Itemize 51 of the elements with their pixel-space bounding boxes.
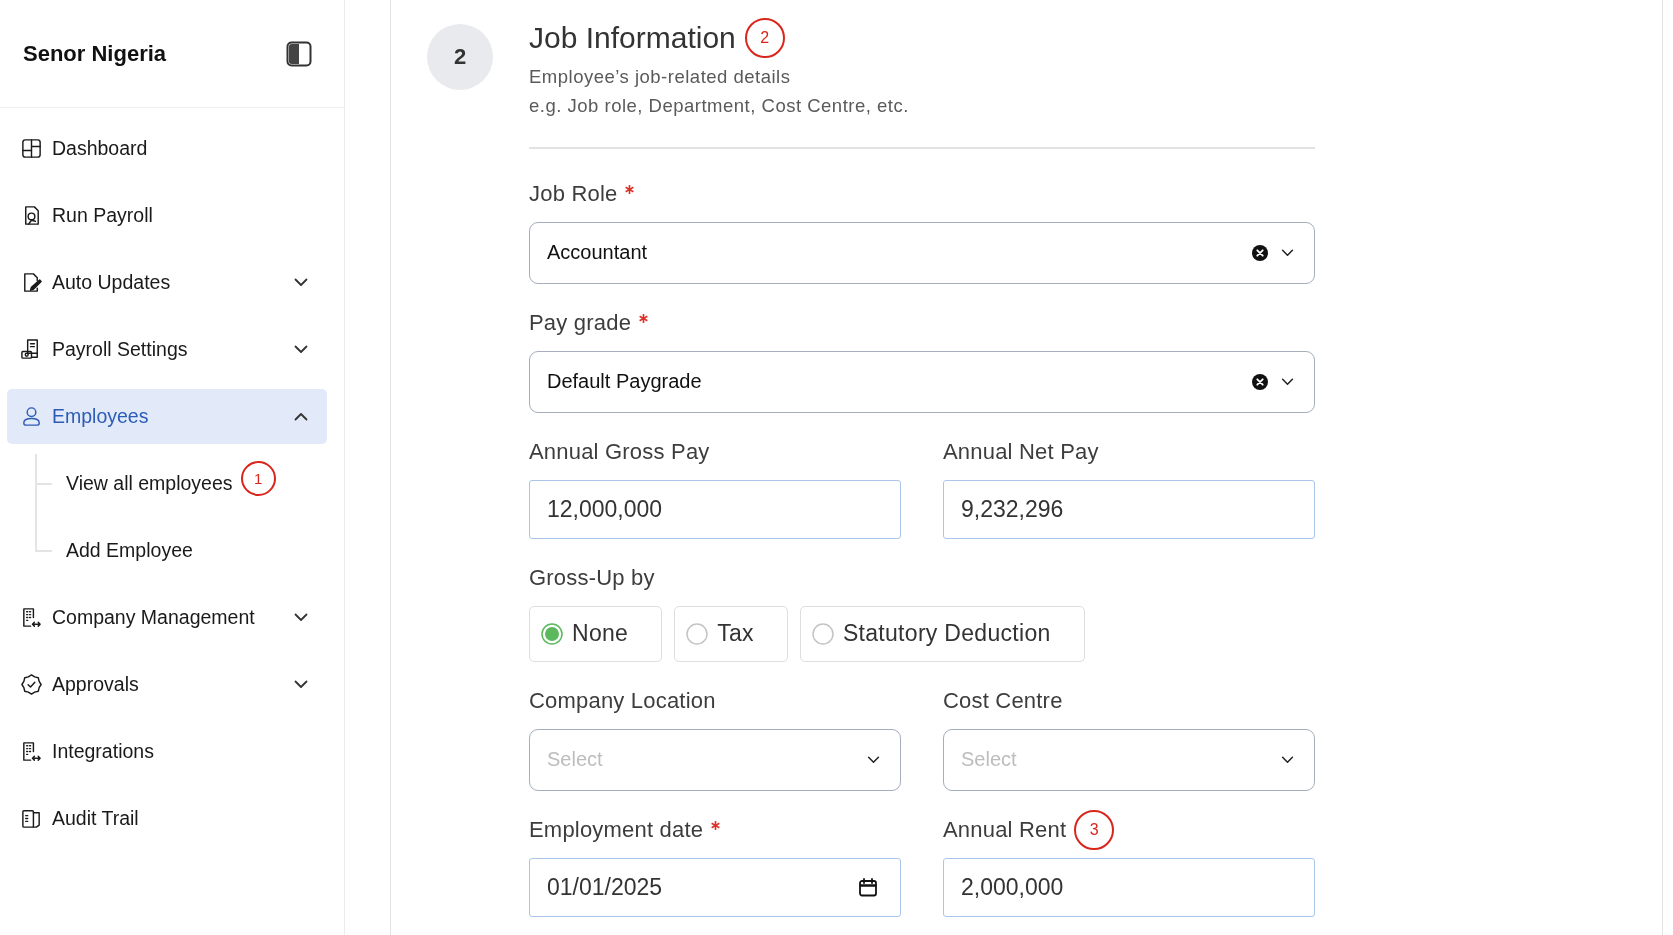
nav-item[interactable]: Payroll Settings: [7, 322, 327, 377]
select-field[interactable]: Accountant: [529, 221, 1315, 284]
field-label: Annual Gross Pay: [529, 437, 710, 466]
select-field[interactable]: Default Paygrade: [529, 350, 1315, 413]
annotation-marker: 3: [1074, 809, 1115, 850]
chevron-down-icon: [867, 755, 880, 764]
section-description: e.g. Job role, Department, Cost Centre, etc.: [529, 94, 910, 118]
nav-item[interactable]: Approvals: [7, 657, 327, 712]
document-list-icon: [20, 807, 43, 830]
chevron-down-icon: [1281, 755, 1294, 764]
annotation-marker: 1: [240, 460, 276, 496]
company-name: Senor Nigeria: [23, 40, 167, 67]
field-label: Job Role: [529, 179, 618, 208]
clear-icon[interactable]: [1252, 244, 1268, 261]
field-label: Company Location: [529, 686, 716, 715]
radio-option[interactable]: Statutory Deduction: [799, 605, 1085, 662]
calendar-icon[interactable]: [858, 877, 878, 897]
nav-item[interactable]: Run Payroll: [7, 188, 327, 243]
badge-check-icon: [20, 673, 43, 696]
nav-subitem[interactable]: Add Employee: [66, 539, 193, 562]
field-label: Gross-Up by: [529, 563, 655, 592]
step-indicator: 2: [427, 24, 493, 90]
text-input[interactable]: 2,000,000: [943, 857, 1315, 917]
building-arrows-icon: [20, 740, 43, 763]
section-description: Employee’s job-related details: [529, 65, 792, 89]
user-icon: [20, 405, 43, 428]
field-label: Pay grade: [529, 308, 632, 337]
nav-subitem[interactable]: View all employees: [66, 472, 233, 495]
radio-option[interactable]: None: [529, 605, 663, 662]
nav-item[interactable]: Audit Trail: [7, 791, 327, 846]
nav-item[interactable]: Integrations: [7, 724, 327, 779]
building-arrows-icon: [20, 606, 43, 629]
layout-icon: [20, 137, 43, 160]
text-input[interactable]: 9,232,296: [943, 479, 1315, 539]
date-input[interactable]: 01/01/2025: [529, 857, 901, 917]
field-label: Annual Net Pay: [943, 437, 1099, 466]
nav-item[interactable]: Dashboard: [7, 121, 327, 176]
field-label: Cost Centre: [943, 686, 1063, 715]
panel-toggle-icon[interactable]: [286, 40, 312, 67]
chevron-down-icon: [1281, 377, 1294, 386]
nav-item[interactable]: Auto Updates: [7, 255, 327, 310]
nav-item[interactable]: Employees: [7, 389, 327, 444]
annotation-marker: 2: [744, 18, 785, 58]
section-title: Job Information: [529, 20, 736, 56]
radio-option[interactable]: Tax: [674, 605, 788, 662]
chevron-down-icon: [1281, 248, 1294, 257]
field-label: Employment date: [529, 815, 704, 844]
text-input[interactable]: 12,000,000: [529, 479, 901, 539]
nav-item[interactable]: Company Management: [7, 590, 327, 645]
clear-icon[interactable]: [1252, 373, 1268, 390]
field-label: Annual Rent: [943, 815, 1067, 844]
